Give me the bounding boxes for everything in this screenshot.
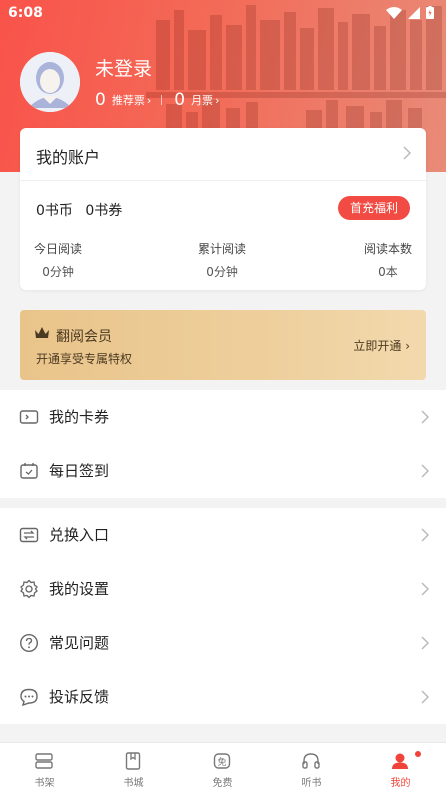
battery-icon	[426, 6, 434, 19]
stat-label: 今日阅读	[34, 242, 83, 256]
balance: 0书币 0书券	[36, 200, 122, 220]
bookstore-icon	[125, 752, 141, 770]
username[interactable]: 未登录	[95, 54, 152, 81]
svg-text:免: 免	[217, 756, 226, 768]
menu-item-my-coupons[interactable]: 我的卡券	[0, 390, 446, 444]
account-card: 我的账户 0书币 0书券 首充福利 今日阅读 0分钟 累计阅读 0分钟 阅读本数…	[20, 128, 426, 290]
menu-item-label: 常见问题	[49, 634, 110, 652]
recommend-count: 0	[95, 90, 106, 110]
tab-label: 免费	[212, 778, 233, 789]
stat-today-reading: 今日阅读 0分钟	[34, 240, 82, 280]
free-icon: 免	[213, 753, 231, 769]
divider	[161, 95, 163, 105]
notification-dot	[415, 751, 421, 757]
chevron-right-icon	[421, 410, 430, 424]
vip-banner[interactable]: 翻阅会员 开通享受专属特权 立即开通 ›	[20, 310, 426, 380]
vip-title: 翻阅会员	[56, 329, 112, 345]
vip-open-button[interactable]: 立即开通 ›	[353, 337, 410, 354]
chevron-right-icon	[421, 528, 430, 542]
tab-audiobook[interactable]: 听书	[267, 743, 356, 793]
signal-icon	[408, 6, 420, 19]
chevron-right-icon	[421, 464, 430, 478]
question-icon	[19, 633, 39, 653]
menu-item-label: 我的设置	[49, 580, 110, 598]
monthly-count: 0	[174, 90, 186, 110]
menu-item-faq[interactable]: 常见问题	[0, 616, 446, 670]
menu-item-label: 投诉反馈	[49, 688, 110, 706]
tab-label: 听书	[301, 778, 322, 789]
tab-label: 书架	[34, 778, 55, 789]
stat-label: 累计阅读	[198, 242, 247, 256]
chevron-right-icon	[421, 582, 430, 596]
account-title[interactable]: 我的账户	[36, 144, 100, 168]
menu-group-2: 兑换入口 我的设置 常见问题 投诉反馈	[0, 508, 446, 724]
avatar[interactable]	[20, 52, 80, 112]
status-bar: 6:08	[0, 0, 446, 26]
tab-bookstore[interactable]: 书城	[89, 743, 178, 793]
bookshelf-icon	[35, 753, 53, 769]
tab-label: 我的	[390, 778, 411, 789]
menu-item-settings[interactable]: 我的设置	[0, 562, 446, 616]
stat-label: 阅读本数	[363, 242, 412, 256]
chevron-right-icon	[421, 690, 430, 704]
monthly-ticket-link[interactable]: 月票	[191, 92, 213, 108]
voucher-balance: 0书券	[85, 203, 123, 219]
status-time: 6:08	[8, 5, 43, 21]
menu-item-redeem[interactable]: 兑换入口	[0, 508, 446, 562]
menu-item-label: 我的卡券	[49, 408, 110, 426]
chevron-right-icon[interactable]	[402, 145, 412, 161]
tab-free[interactable]: 免 免费	[178, 743, 267, 793]
chevron-right-icon	[421, 636, 430, 650]
tab-me[interactable]: 我的	[356, 743, 445, 793]
recommend-ticket-link[interactable]: 推荐票	[112, 92, 145, 108]
divider	[20, 180, 426, 181]
wifi-icon	[386, 6, 402, 19]
vip-subtitle: 开通享受专属特权	[36, 352, 133, 366]
stat-books-read: 阅读本数 0本	[364, 240, 412, 280]
crown-icon	[35, 327, 49, 338]
card-coupon-icon	[19, 410, 39, 424]
chevron-right-icon: ›	[215, 93, 220, 107]
default-avatar-icon	[20, 52, 80, 112]
calendar-checkin-icon	[20, 463, 38, 479]
menu-group-1: 我的卡券 每日签到	[0, 390, 446, 498]
profile-icon	[392, 753, 408, 769]
stat-value: 0分钟	[206, 265, 238, 279]
stat-value: 0分钟	[42, 265, 74, 279]
chat-feedback-icon	[20, 688, 38, 707]
menu-item-label: 兑换入口	[49, 526, 110, 544]
tab-label: 书城	[123, 778, 144, 789]
headphones-icon	[302, 753, 320, 769]
exchange-icon	[19, 527, 39, 543]
stat-total-reading: 累计阅读 0分钟	[198, 240, 246, 280]
gear-icon	[20, 579, 38, 599]
first-recharge-bonus-button[interactable]: 首充福利	[338, 196, 410, 220]
bottom-navigation: 书架 书城 免 免费 听书 我的	[0, 742, 446, 793]
coin-balance: 0书币	[36, 203, 73, 219]
menu-item-label: 每日签到	[49, 462, 110, 480]
menu-item-daily-checkin[interactable]: 每日签到	[0, 444, 446, 498]
ticket-stats: 0 推荐票 › 0 月票 ›	[95, 90, 219, 110]
menu-item-feedback[interactable]: 投诉反馈	[0, 670, 446, 724]
tab-bookshelf[interactable]: 书架	[0, 743, 89, 793]
stat-value: 0本	[378, 265, 398, 279]
chevron-right-icon: ›	[146, 93, 152, 107]
